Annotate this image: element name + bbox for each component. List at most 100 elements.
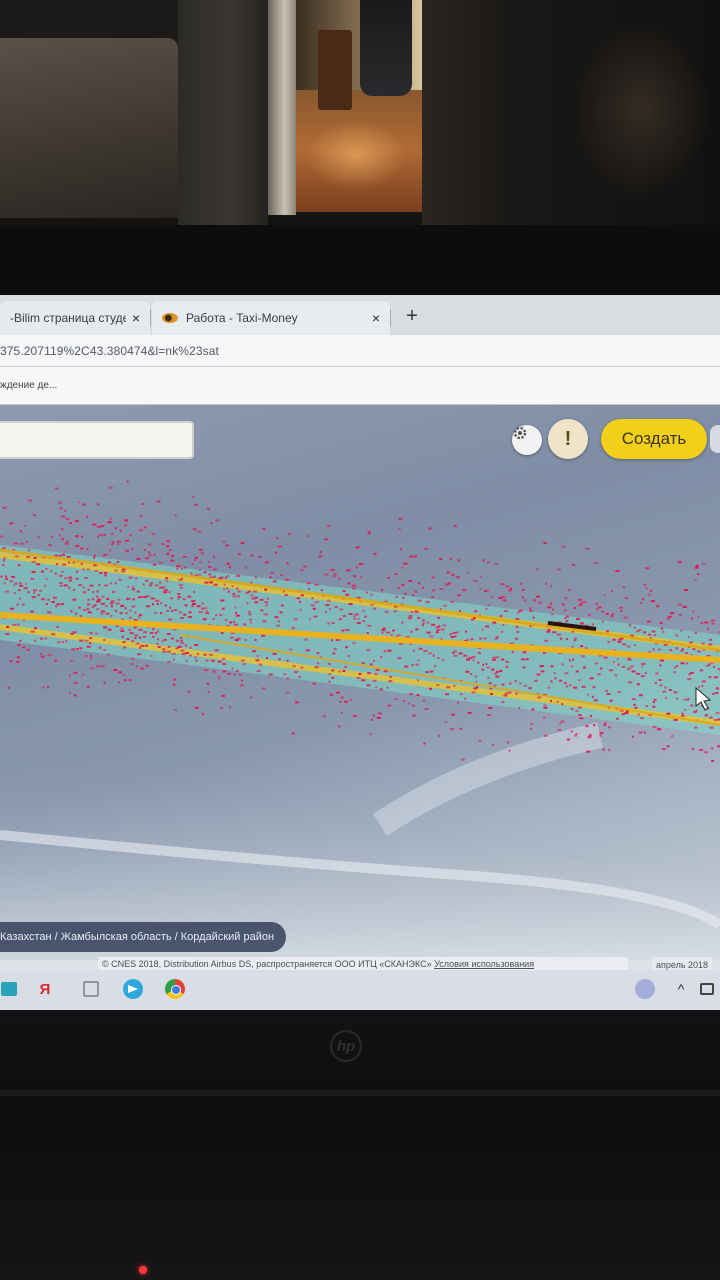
track-point	[424, 708, 429, 710]
track-point	[713, 665, 716, 668]
track-point	[91, 598, 95, 601]
track-point	[328, 608, 331, 611]
tab-separator	[150, 309, 151, 327]
track-point	[87, 611, 92, 614]
track-point	[459, 727, 463, 730]
close-icon[interactable]: ×	[372, 310, 380, 326]
taskbar-cortana[interactable]	[634, 978, 656, 1000]
track-point	[689, 641, 693, 644]
track-point	[394, 573, 398, 576]
location-breadcrumb[interactable]: Казахстан / Жамбылская область / Кордайс…	[0, 922, 287, 952]
track-point	[706, 627, 709, 630]
track-point	[89, 637, 93, 640]
taskbar-yandex[interactable]: Я	[34, 978, 56, 1000]
track-point	[160, 602, 162, 605]
track-point	[124, 607, 127, 610]
track-point	[111, 532, 113, 535]
report-problem-button[interactable]: !	[548, 419, 588, 459]
new-tab-button[interactable]: +	[400, 305, 424, 329]
track-point	[142, 583, 145, 586]
track-point	[300, 569, 304, 572]
track-point	[445, 583, 450, 586]
taskbar-store[interactable]	[0, 978, 20, 1000]
track-point	[20, 530, 22, 533]
terms-link[interactable]: Условия использования	[434, 959, 534, 969]
track-point	[362, 609, 365, 612]
track-point	[381, 629, 386, 632]
address-bar[interactable]: 375.207119%2C43.380474&l=nk%23sat	[0, 335, 720, 367]
track-point	[75, 545, 80, 548]
track-point	[40, 570, 44, 573]
track-point	[439, 588, 444, 590]
satellite-map[interactable]: ! Создать Казахстан / Жамбылская область…	[0, 405, 720, 960]
track-point	[471, 656, 476, 659]
track-point	[376, 716, 381, 719]
track-point	[196, 652, 199, 655]
tab-taxi-money[interactable]: Работа - Taxi-Money ×	[152, 301, 390, 335]
map-search-input[interactable]	[0, 421, 194, 459]
track-point	[457, 594, 461, 597]
settings-button[interactable]	[512, 425, 542, 455]
taskbar-telegram[interactable]	[122, 978, 144, 1000]
taskbar-chrome[interactable]	[164, 978, 186, 1000]
track-point	[37, 536, 41, 539]
track-point	[659, 684, 663, 687]
track-point	[293, 618, 298, 621]
taxi-money-favicon-icon	[162, 313, 178, 323]
track-point	[54, 659, 58, 662]
track-point	[107, 521, 112, 524]
tray-network[interactable]	[696, 978, 718, 1000]
track-point	[12, 623, 16, 626]
map-edge-control[interactable]	[710, 425, 720, 453]
track-point	[70, 660, 74, 663]
track-point	[96, 590, 100, 593]
taskbar-app[interactable]	[80, 978, 102, 1000]
track-point	[112, 541, 115, 543]
track-point	[223, 583, 226, 586]
track-point	[596, 673, 601, 676]
track-point	[593, 699, 598, 702]
track-point	[593, 724, 596, 727]
track-point	[105, 605, 108, 608]
track-point	[676, 697, 679, 700]
track-point	[546, 630, 551, 633]
track-point	[19, 597, 22, 600]
track-point	[128, 679, 132, 682]
track-point	[236, 669, 239, 672]
track-point	[453, 684, 456, 687]
track-point	[92, 523, 97, 526]
track-point	[183, 613, 187, 616]
track-point	[6, 625, 10, 628]
track-point	[69, 522, 73, 525]
track-point	[596, 608, 599, 611]
track-point	[30, 577, 35, 580]
bookmark-item[interactable]: ждение де...	[0, 380, 57, 391]
track-point	[87, 603, 90, 606]
track-point	[325, 604, 330, 606]
track-point	[426, 631, 431, 634]
tab-bilim[interactable]: -Bilim страница студе ×	[0, 301, 150, 335]
track-point	[697, 615, 700, 618]
track-point	[194, 644, 199, 646]
browser-tab-bar: -Bilim страница студе × Работа - Taxi-Mo…	[0, 295, 720, 335]
track-point	[139, 646, 142, 649]
create-button[interactable]: Создать	[601, 419, 707, 459]
track-point	[498, 597, 503, 599]
track-point	[475, 680, 478, 683]
track-point	[629, 624, 632, 627]
track-point	[199, 568, 201, 571]
track-point	[167, 650, 171, 653]
track-point	[96, 608, 100, 611]
track-point	[86, 645, 91, 648]
track-point	[220, 632, 224, 635]
track-point	[415, 590, 417, 593]
track-point	[589, 714, 592, 717]
track-point	[467, 571, 470, 574]
track-point	[673, 666, 676, 669]
track-point	[205, 612, 210, 614]
close-icon[interactable]: ×	[132, 310, 140, 326]
tab-label: Работа - Taxi-Money	[186, 311, 298, 325]
track-point	[201, 607, 206, 610]
track-point	[17, 564, 21, 567]
tray-show-hidden[interactable]: ^	[670, 978, 692, 1000]
